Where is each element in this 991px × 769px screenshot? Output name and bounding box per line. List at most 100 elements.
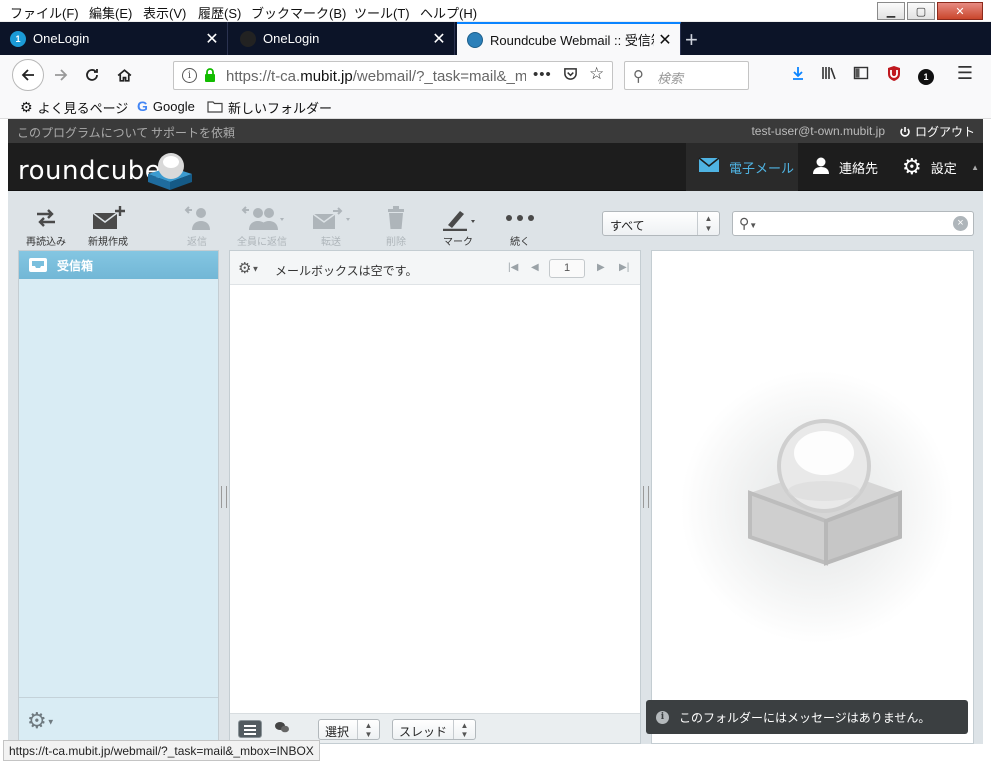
first-page-icon[interactable]: |◀ bbox=[508, 262, 518, 273]
back-button[interactable] bbox=[12, 59, 44, 91]
hamburger-menu-icon[interactable]: ☰ bbox=[954, 63, 976, 84]
search-options-icon[interactable]: ⚲▼ bbox=[739, 215, 757, 232]
search-icon: ⚲ bbox=[633, 68, 644, 85]
menu-history[interactable]: 履歴(S) bbox=[198, 3, 241, 22]
library-icon[interactable] bbox=[818, 65, 840, 86]
rc-header: roundcube 電子メール 連絡先 ⚙ 設定 ▲ bbox=[8, 143, 983, 191]
nav-settings[interactable]: ⚙ 設定 bbox=[890, 143, 968, 191]
close-tab-icon[interactable]: ✕ bbox=[654, 30, 676, 50]
roundcube-icon bbox=[467, 31, 483, 48]
sidebar-icon[interactable] bbox=[850, 65, 872, 86]
tab-label: OneLogin bbox=[33, 31, 90, 46]
home-button[interactable] bbox=[110, 61, 138, 89]
new-tab-button[interactable]: + bbox=[685, 27, 698, 53]
compose-button[interactable]: 新規作成 bbox=[78, 205, 138, 248]
info-icon: i bbox=[656, 710, 669, 724]
search-placeholder: 検索 bbox=[657, 71, 684, 86]
notification-toast: i このフォルダーにはメッセージはありません。 bbox=[646, 700, 968, 734]
power-icon bbox=[900, 126, 910, 137]
folder-inbox[interactable]: 受信箱 bbox=[19, 251, 218, 279]
address-bar[interactable]: i https://t-ca.mubit.jp/webmail/?_task=m… bbox=[173, 61, 613, 90]
refresh-icon bbox=[16, 205, 76, 231]
downloads-icon[interactable] bbox=[787, 65, 809, 86]
bookmark-star-icon[interactable]: ☆ bbox=[589, 64, 604, 84]
more-dots-icon bbox=[490, 205, 550, 231]
lock-icon bbox=[205, 68, 215, 82]
gear-icon: ⚙ bbox=[20, 99, 33, 115]
pocket-icon[interactable] bbox=[563, 66, 578, 85]
close-tab-icon[interactable]: ✕ bbox=[201, 29, 223, 49]
forward-arrow-icon bbox=[55, 69, 68, 81]
tab-onelogin-2[interactable]: OneLogin ✕ bbox=[230, 22, 455, 55]
close-tab-icon[interactable]: ✕ bbox=[428, 29, 450, 49]
reply-button[interactable]: 返信 bbox=[167, 205, 227, 248]
site-info-icon[interactable]: i bbox=[182, 68, 197, 83]
inbox-icon bbox=[29, 258, 47, 272]
rc-body: 再読込み 新規作成 返信 全員に返信 転送 削除 マーク 続く すべて ▲ ▼ … bbox=[8, 191, 983, 744]
select-arrows-icon: ▲ ▼ bbox=[453, 720, 475, 739]
url-text[interactable]: https://t-ca.mubit.jp/webmail/?_task=mai… bbox=[226, 68, 526, 85]
folder-splitter[interactable] bbox=[221, 486, 227, 508]
tab-label: Roundcube Webmail :: 受信箱 bbox=[490, 33, 654, 48]
menu-bar: ファイル(F) 編集(E) 表示(V) 履歴(S) ブックマーク(B) ツール(… bbox=[0, 0, 991, 22]
about-link[interactable]: このプログラムについて bbox=[17, 124, 148, 141]
browser-status-bar: https://t-ca.mubit.jp/webmail/?_task=mai… bbox=[3, 740, 320, 761]
threads-dropdown[interactable]: スレッド ▲ ▼ bbox=[392, 719, 476, 740]
browser-search-box[interactable]: ⚲ 検索 bbox=[624, 61, 749, 90]
nav-contacts[interactable]: 連絡先 bbox=[800, 143, 890, 191]
roundcube-logo-icon bbox=[148, 153, 192, 190]
menu-bookmarks[interactable]: ブックマーク(B) bbox=[251, 3, 346, 22]
trash-icon bbox=[366, 205, 426, 231]
onelogin-icon bbox=[240, 30, 256, 47]
forward-mail-icon bbox=[301, 205, 361, 231]
select-dropdown[interactable]: 選択 ▲ ▼ bbox=[318, 719, 380, 740]
refresh-button[interactable]: 再読込み bbox=[16, 205, 76, 248]
menu-file[interactable]: ファイル(F) bbox=[10, 3, 79, 22]
tab-onelogin-1[interactable]: 1 OneLogin ✕ bbox=[0, 22, 228, 55]
menu-help[interactable]: ヘルプ(H) bbox=[420, 3, 477, 22]
tab-label: OneLogin bbox=[263, 31, 320, 46]
onelogin-extension-icon[interactable]: 1 bbox=[915, 65, 937, 85]
forward-button[interactable] bbox=[47, 61, 75, 89]
back-arrow-icon bbox=[21, 69, 34, 81]
folder-panel-footer: ⚙▼ bbox=[19, 697, 218, 743]
mark-button[interactable]: マーク bbox=[428, 205, 488, 248]
menu-view[interactable]: 表示(V) bbox=[143, 3, 186, 22]
tab-roundcube[interactable]: Roundcube Webmail :: 受信箱 ✕ bbox=[457, 22, 681, 55]
forward-button-rc[interactable]: 転送 bbox=[301, 205, 361, 248]
minimize-button[interactable]: ▁ bbox=[877, 2, 905, 20]
bookmark-new-folder[interactable]: 新しいフォルダー bbox=[207, 98, 332, 117]
reload-button[interactable] bbox=[78, 61, 106, 89]
previous-page-icon[interactable]: ◀ bbox=[531, 262, 539, 273]
empty-mailbox-message: メールボックスは空です。 bbox=[275, 264, 418, 278]
menu-edit[interactable]: 編集(E) bbox=[89, 3, 132, 22]
mark-pen-icon bbox=[428, 205, 488, 231]
list-options-gear-icon[interactable]: ⚙▼ bbox=[238, 259, 259, 277]
last-page-icon[interactable]: ▶| bbox=[619, 262, 629, 273]
ublock-shield-icon[interactable] bbox=[883, 65, 905, 87]
threads-icon[interactable] bbox=[274, 720, 290, 737]
reply-all-button[interactable]: 全員に返信 bbox=[232, 205, 292, 248]
page-number: 1 bbox=[549, 259, 585, 278]
delete-button[interactable]: 削除 bbox=[366, 205, 426, 248]
google-icon: G bbox=[137, 98, 148, 114]
folder-actions-gear-icon[interactable]: ⚙▼ bbox=[27, 708, 55, 734]
logout-button[interactable]: ログアウト bbox=[899, 123, 975, 140]
bookmark-most-visited[interactable]: ⚙ よく見るページ bbox=[20, 98, 128, 117]
message-filter-select[interactable]: すべて ▲ ▼ bbox=[602, 211, 720, 236]
clear-search-icon[interactable]: × bbox=[953, 216, 968, 231]
close-window-button[interactable]: ✕ bbox=[937, 2, 983, 20]
collapse-header-icon[interactable]: ▲ bbox=[971, 163, 979, 172]
list-view-icon[interactable] bbox=[238, 720, 262, 738]
support-link[interactable]: サポートを依頼 bbox=[151, 124, 235, 141]
page-actions-icon[interactable]: ••• bbox=[533, 66, 552, 83]
menu-tools[interactable]: ツール(T) bbox=[354, 3, 410, 22]
mail-search-input[interactable]: ⚲▼ × bbox=[732, 211, 974, 236]
nav-mail[interactable]: 電子メール bbox=[686, 143, 798, 191]
bookmarks-toolbar: ⚙ よく見るページ G Google 新しいフォルダー bbox=[0, 95, 991, 119]
next-page-icon[interactable]: ▶ bbox=[597, 262, 605, 273]
more-button[interactable]: 続く bbox=[490, 205, 550, 248]
maximize-button[interactable]: ▢ bbox=[907, 2, 935, 20]
bookmark-google[interactable]: G Google bbox=[137, 98, 195, 114]
preview-splitter[interactable] bbox=[643, 486, 649, 508]
